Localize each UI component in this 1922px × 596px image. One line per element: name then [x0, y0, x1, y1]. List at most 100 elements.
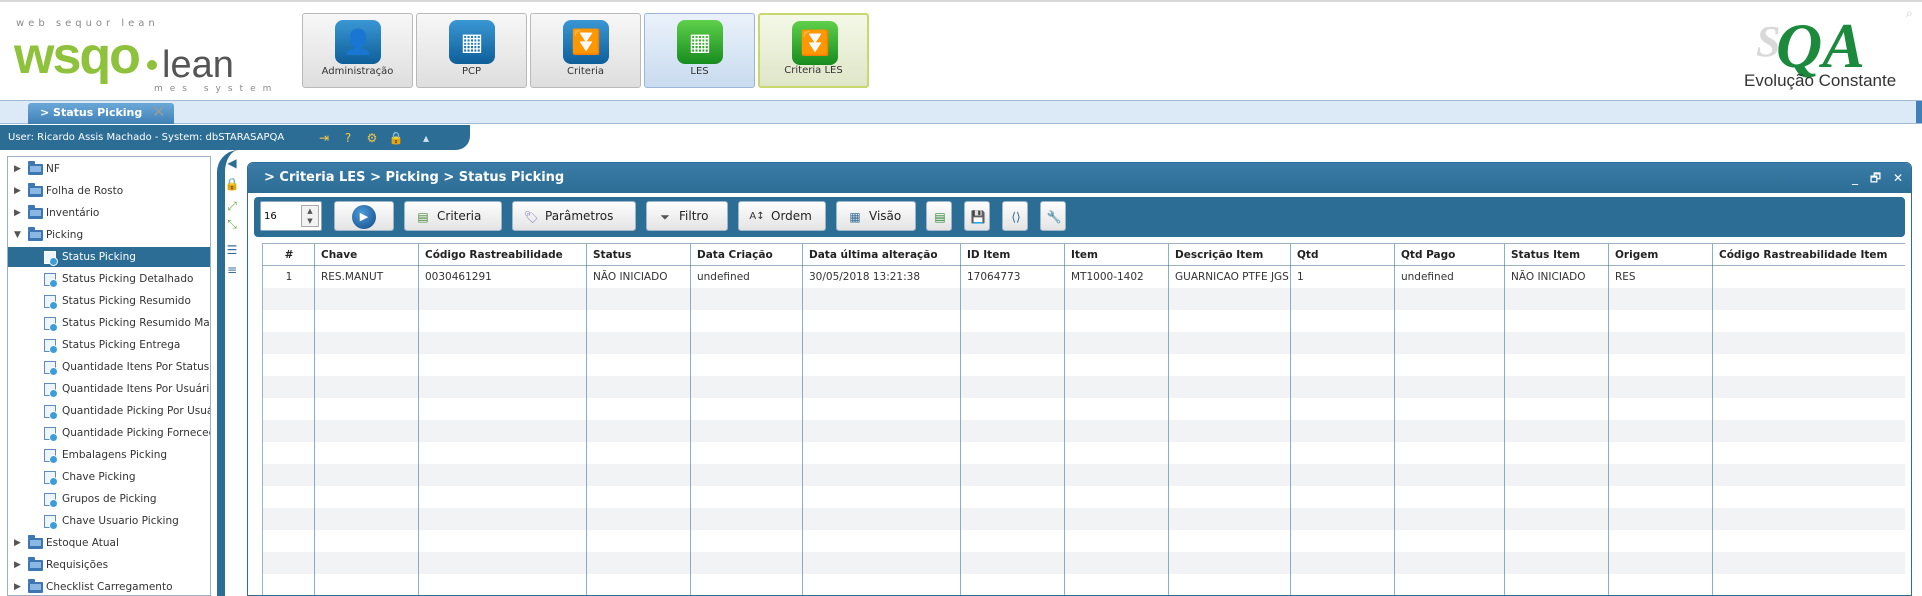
- tree-folder-picking[interactable]: ▼ Picking: [8, 225, 210, 245]
- table-row[interactable]: [263, 420, 1905, 442]
- module-les[interactable]: ▦ LES: [644, 13, 755, 88]
- help-icon[interactable]: ?: [340, 130, 356, 146]
- column-header: Código Rastreabilidade Item: [1719, 249, 1888, 261]
- tree-item-status-picking-detalhado[interactable]: Status Picking Detalhado: [8, 269, 210, 289]
- list-icon[interactable]: ≡: [224, 262, 240, 278]
- save-disk-icon: 💾: [970, 210, 986, 224]
- view-table-icon: ▦: [849, 210, 861, 224]
- filtro-button[interactable]: ⏷ Filtro: [646, 201, 728, 231]
- tree-folder-checklist-carregamento[interactable]: ▶ Checklist Carregamento: [8, 577, 210, 595]
- table-cell: [419, 398, 587, 420]
- module-administracao[interactable]: 👤 Administração: [302, 13, 413, 88]
- table-cell: [1169, 310, 1291, 332]
- tree-folder-nf[interactable]: ▶ NF: [8, 159, 210, 179]
- criteria-button[interactable]: ▤ Criteria: [404, 201, 502, 231]
- tree-folder-folha-de-rosto[interactable]: ▶ Folha de Rosto: [8, 181, 210, 201]
- table-cell: [961, 508, 1065, 530]
- app-header: web sequor lean wsqo lean mes system 👤 A…: [0, 0, 1922, 100]
- exit-icon[interactable]: ⇥: [316, 130, 332, 146]
- table-cell: [1291, 552, 1395, 574]
- table-row[interactable]: [263, 442, 1905, 464]
- table-cell: [1505, 486, 1609, 508]
- run-button[interactable]: ▶: [334, 201, 394, 231]
- tree-item-quantidade-itens-por-usuario[interactable]: Quantidade Itens Por Usuário: [8, 379, 210, 399]
- table-row[interactable]: 1 RES.MANUT 0030461291 NÃO INICIADO undefine…: [263, 266, 1905, 288]
- collapse-left-icon[interactable]: ◀: [224, 155, 240, 171]
- tree-item-status-picking-resumido[interactable]: Status Picking Resumido: [8, 291, 210, 311]
- table-cell: [315, 464, 419, 486]
- page-size-stepper[interactable]: ▲▼: [260, 201, 322, 231]
- table-row[interactable]: [263, 464, 1905, 486]
- table-cell: [419, 354, 587, 376]
- module-criteria[interactable]: ⏬ Criteria: [530, 13, 641, 88]
- visao-button[interactable]: ▦ Visão: [836, 201, 916, 231]
- table-row[interactable]: [263, 486, 1905, 508]
- export-excel-button[interactable]: ▤: [926, 201, 952, 231]
- tree-item-grupos-de-picking[interactable]: Grupos de Picking: [8, 489, 210, 509]
- module-criteria-les[interactable]: ⏬ Criteria LES: [758, 13, 869, 88]
- parametros-button[interactable]: 🏷 Parâmetros: [512, 201, 636, 231]
- table-row[interactable]: [263, 530, 1905, 552]
- collapse-up-icon[interactable]: ▴: [418, 130, 434, 146]
- tree-item-chave-picking[interactable]: Chave Picking: [8, 467, 210, 487]
- table-cell: [1505, 332, 1609, 354]
- folder-open-icon: [28, 227, 43, 241]
- tree-item-quantidade-picking-fornecedor[interactable]: Quantidade Picking Forneced: [8, 423, 210, 443]
- table-row[interactable]: [263, 508, 1905, 530]
- restore-button[interactable]: 🗗: [1870, 171, 1881, 185]
- module-pcp[interactable]: ▦ PCP: [416, 13, 527, 88]
- tree-item-quantidade-picking-por-usuario[interactable]: Quantidade Picking Por Usuá: [8, 401, 210, 421]
- table-row[interactable]: [263, 574, 1905, 595]
- table-cell: [691, 376, 803, 398]
- table-cell: undefined: [697, 271, 750, 283]
- minimize-button[interactable]: _: [1852, 171, 1858, 185]
- tree-item-quantidade-itens-por-status[interactable]: Quantidade Itens Por Status: [8, 357, 210, 377]
- report-icon: [44, 339, 58, 354]
- header-row[interactable]: # Chave Código Rastreabilidade Status Data C…: [263, 244, 1905, 266]
- table-cell: [1713, 530, 1905, 552]
- table-row[interactable]: [263, 288, 1905, 310]
- expand-icon[interactable]: ⤢: [224, 198, 240, 214]
- tree-folder-requisicoes[interactable]: ▶ Requisições: [8, 555, 210, 575]
- layers-icon[interactable]: ☰: [224, 242, 240, 258]
- tree-item-status-picking-resumido-mar[interactable]: Status Picking Resumido Mar: [8, 313, 210, 333]
- table-row[interactable]: [263, 376, 1905, 398]
- table-cell: [263, 420, 315, 442]
- page-size-input[interactable]: [264, 208, 300, 224]
- settings-button[interactable]: 🔧: [1040, 201, 1066, 231]
- table-cell: [587, 486, 691, 508]
- search-icon[interactable]: ⌕: [1906, 6, 1920, 20]
- tree-folder-inventario[interactable]: ▶ Inventário: [8, 203, 210, 223]
- table-row[interactable]: [263, 552, 1905, 574]
- table-cell: [1291, 508, 1395, 530]
- tree-item-status-picking-entrega[interactable]: Status Picking Entrega: [8, 335, 210, 355]
- table-row[interactable]: [263, 332, 1905, 354]
- table-cell: [1169, 398, 1291, 420]
- sort-az-icon: A↕: [749, 211, 765, 222]
- wsqo-lean-logo[interactable]: web sequor lean wsqo lean mes system: [14, 16, 284, 96]
- save-button[interactable]: 💾: [964, 201, 990, 231]
- ordem-button[interactable]: A↕ Ordem: [738, 201, 826, 231]
- lock-icon[interactable]: 🔒: [388, 130, 404, 146]
- code-button[interactable]: ⟨⟩: [1002, 201, 1028, 231]
- user-settings-icon[interactable]: ⚙: [364, 130, 380, 146]
- report-icon: [44, 449, 58, 464]
- table-row[interactable]: [263, 398, 1905, 420]
- lock-icon[interactable]: 🔒: [224, 176, 240, 192]
- report-icon: [44, 317, 58, 332]
- tree-item-status-picking[interactable]: Status Picking: [8, 247, 210, 267]
- table-cell: [961, 332, 1065, 354]
- folder-icon: [28, 557, 43, 571]
- shrink-icon[interactable]: ⤡: [224, 216, 240, 232]
- table-cell: [1609, 376, 1713, 398]
- table-row[interactable]: [263, 310, 1905, 332]
- tree-folder-estoque-atual[interactable]: ▶ Estoque Atual: [8, 533, 210, 553]
- tree-item-chave-usuario-picking[interactable]: Chave Usuario Picking: [8, 511, 210, 531]
- close-tab-icon[interactable]: ✕: [152, 104, 168, 121]
- table-row[interactable]: [263, 354, 1905, 376]
- tree-item-embalagens-picking[interactable]: Embalagens Picking: [8, 445, 210, 465]
- expand-arrow-icon: ▶: [14, 560, 21, 570]
- spinner-arrows-icon[interactable]: ▲ ▼: [301, 205, 319, 227]
- report-toolbar: ▲▼ ▶ ▤ Criteria 🏷 Parâmetros ⏷ Filtro A↕…: [254, 197, 1905, 237]
- close-window-button[interactable]: ✕: [1893, 171, 1903, 185]
